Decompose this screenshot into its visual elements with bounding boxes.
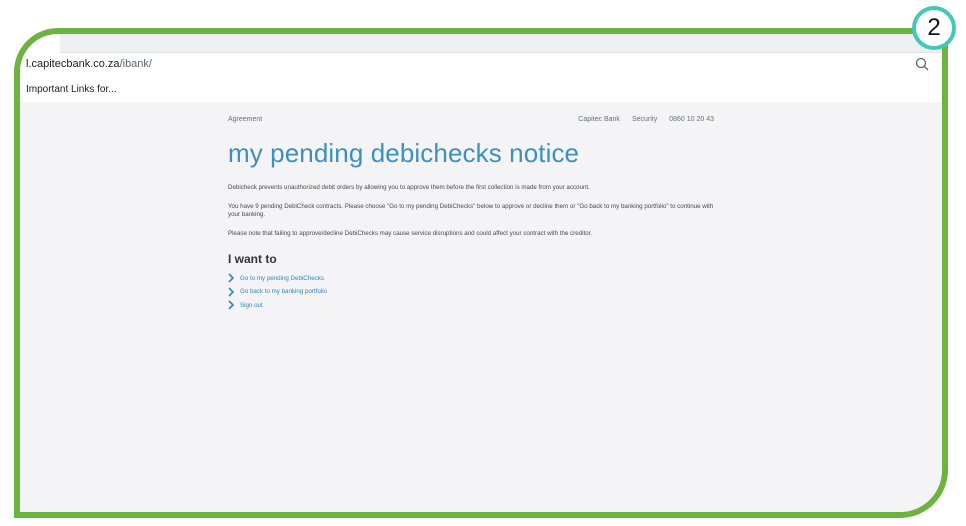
page-content: Agreement Capitec Bank Security 0860 10 … — [20, 102, 942, 512]
bookmarks-bar: Important Links for... — [20, 80, 942, 103]
chevron-right-icon — [228, 273, 234, 283]
link-item-signout[interactable]: Sign out — [228, 299, 327, 311]
link-pending-debichecks[interactable]: Go to my pending DebiChecks — [240, 275, 324, 282]
intro-paragraph: Debicheck prevents unauthorized debit or… — [228, 184, 590, 191]
annotation-frame: l.capitecbank.co.za/ibank/ Important Lin… — [14, 28, 948, 518]
step-badge: 2 — [912, 6, 956, 50]
nav-agreement[interactable]: Agreement — [228, 116, 262, 123]
action-links: Go to my pending DebiChecks Go back to m… — [228, 272, 327, 313]
page-title: my pending debichecks notice — [228, 138, 580, 168]
link-item-portfolio[interactable]: Go back to my banking portfolio — [228, 286, 327, 298]
warning-paragraph: Please note that failing to approve/decl… — [228, 230, 593, 237]
link-banking-portfolio[interactable]: Go back to my banking portfolio — [240, 288, 327, 295]
chevron-right-icon — [228, 300, 234, 310]
nav-capitec-bank[interactable]: Capitec Bank — [578, 116, 620, 123]
browser-chrome: l.capitecbank.co.za/ibank/ Important Lin… — [20, 34, 942, 103]
tab-strip[interactable] — [60, 34, 942, 53]
step-number: 2 — [927, 14, 941, 41]
chevron-right-icon — [228, 286, 234, 297]
url-host: l.capitecbank.co.za — [26, 58, 120, 70]
link-sign-out[interactable]: Sign out — [240, 302, 263, 309]
nav-security[interactable]: Security — [632, 116, 657, 123]
address-bar[interactable]: l.capitecbank.co.za/ibank/ — [20, 54, 942, 78]
link-item-pending[interactable]: Go to my pending DebiChecks — [228, 272, 327, 284]
section-title: I want to — [228, 252, 277, 266]
nav-phone[interactable]: 0860 10 20 43 — [669, 116, 714, 123]
zoom-icon[interactable] — [914, 56, 930, 72]
pending-paragraph: You have 9 pending DebiCheck contracts. … — [228, 203, 714, 218]
url-path: /ibank/ — [119, 58, 152, 70]
nav-right: Capitec Bank Security 0860 10 20 43 — [578, 116, 714, 123]
bookmark-important-links[interactable]: Important Links for... — [26, 84, 117, 95]
url-text[interactable]: l.capitecbank.co.za/ibank/ — [26, 58, 152, 70]
top-nav: Agreement Capitec Bank Security 0860 10 … — [228, 116, 714, 130]
